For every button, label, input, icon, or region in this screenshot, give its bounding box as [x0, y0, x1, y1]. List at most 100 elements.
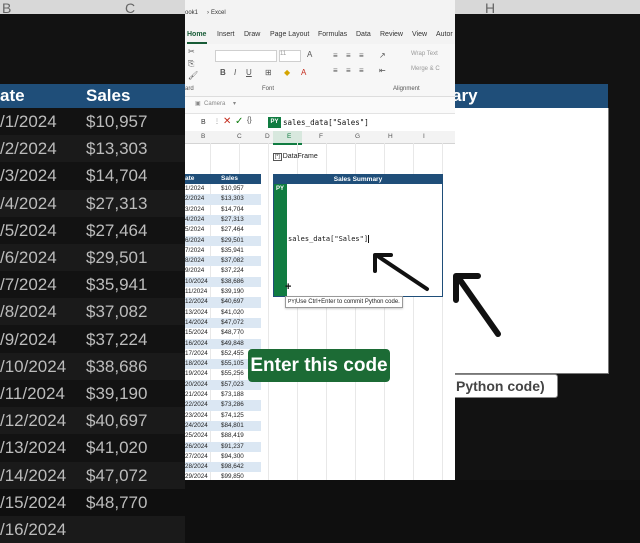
date-cell[interactable]: 18/2024	[185, 359, 208, 369]
date-cell[interactable]: 7/2024	[185, 246, 204, 256]
wrap-text-button[interactable]: Wrap Text	[411, 51, 455, 61]
tab-review[interactable]: Review	[380, 31, 403, 38]
align-left-icon[interactable]: ≡	[333, 66, 338, 75]
sales-cell[interactable]: $57,023	[221, 380, 244, 390]
font-grow-icon[interactable]: A	[307, 50, 312, 59]
align-bottom-icon[interactable]: ≡	[359, 51, 364, 60]
sales-cell[interactable]: $98,642	[221, 462, 244, 472]
borders-icon[interactable]: ⊞	[265, 68, 272, 77]
tab-data[interactable]: Data	[356, 31, 371, 38]
table-row[interactable]: 5/2024 $27,464	[185, 225, 261, 235]
table-row[interactable]: 25/2024 $88,419	[185, 431, 261, 441]
merge-center-button[interactable]: Merge & C	[411, 66, 455, 76]
tab-automate[interactable]: Autor	[436, 31, 453, 38]
cut-icon[interactable]: ✂	[188, 47, 195, 56]
sales-cell[interactable]: $74,125	[221, 411, 244, 421]
dataframe-card[interactable]: [*] DataFrame	[273, 153, 318, 161]
col-header-e[interactable]: E	[287, 133, 291, 140]
align-center-icon[interactable]: ≡	[346, 66, 351, 75]
sales-cell[interactable]: $37,224	[221, 266, 244, 276]
table-row[interactable]: 11/2024 $39,190	[185, 287, 261, 297]
sales-cell[interactable]: $35,941	[221, 246, 244, 256]
align-top-icon[interactable]: ≡	[333, 51, 338, 60]
table-row[interactable]: 6/2024 $29,501	[185, 235, 261, 246]
table-row[interactable]: 14/2024 $47,072	[185, 317, 261, 329]
sales-cell[interactable]: $55,105	[221, 359, 244, 369]
date-cell[interactable]: 20/2024	[185, 380, 208, 390]
name-box[interactable]: B	[201, 117, 225, 128]
table-row[interactable]: 3/2024 $14,704	[185, 205, 261, 215]
date-cell[interactable]: 11/2024	[185, 287, 207, 297]
enter-icon[interactable]: ✓	[235, 116, 243, 127]
sales-cell[interactable]: $91,237	[221, 442, 244, 452]
indent-icon[interactable]: ⇤	[379, 66, 386, 75]
date-cell[interactable]: 5/2024	[185, 225, 204, 235]
camera-label[interactable]: Camera	[204, 101, 225, 107]
sales-cell[interactable]: $27,313	[221, 215, 244, 225]
sales-cell[interactable]: $29,501	[221, 236, 244, 246]
font-color-icon[interactable]: A	[301, 68, 306, 77]
sales-cell[interactable]: $37,082	[221, 256, 244, 266]
sales-cell[interactable]: $73,188	[221, 390, 244, 400]
tab-page-layout[interactable]: Page Layout	[270, 31, 309, 38]
copy-icon[interactable]: ⎘	[188, 59, 194, 69]
format-painter-icon[interactable]: 🖌	[188, 71, 198, 80]
table-row[interactable]: 22/2024 $73,286	[185, 400, 261, 411]
date-cell[interactable]: 14/2024	[185, 318, 208, 328]
table-row[interactable]: 2/2024 $13,303	[185, 194, 261, 205]
date-cell[interactable]: 4/2024	[185, 215, 204, 225]
camera-icon[interactable]: ▣	[195, 100, 201, 107]
table-row[interactable]: 4/2024 $27,313	[185, 214, 261, 226]
function-label[interactable]: {}	[247, 117, 252, 124]
date-cell[interactable]: 25/2024	[185, 431, 208, 441]
table-row[interactable]: 26/2024 $91,237	[185, 441, 261, 452]
sales-cell[interactable]: $94,300	[221, 452, 244, 462]
align-middle-icon[interactable]: ≡	[346, 51, 351, 60]
table-row[interactable]: 7/2024 $35,941	[185, 246, 261, 256]
sales-cell[interactable]: $88,419	[221, 431, 244, 441]
tab-draw[interactable]: Draw	[244, 31, 260, 38]
bold-icon[interactable]: B	[220, 68, 226, 77]
table-row[interactable]: 16/2024 $49,848	[185, 338, 261, 349]
fill-color-icon[interactable]: ◆	[284, 68, 290, 77]
font-name-select[interactable]	[215, 50, 277, 62]
table-row[interactable]: 9/2024 $37,224	[185, 266, 261, 276]
table-row[interactable]: 23/2024 $74,125	[185, 411, 261, 421]
align-right-icon[interactable]: ≡	[359, 66, 364, 75]
table-row[interactable]: 27/2024 $94,300	[185, 452, 261, 462]
sales-cell[interactable]: $13,303	[221, 194, 244, 204]
date-cell[interactable]: 1/2024	[185, 184, 204, 194]
sales-cell[interactable]: $10,957	[221, 184, 244, 194]
orientation-icon[interactable]: ↗	[379, 51, 386, 60]
date-cell[interactable]: 2/2024	[185, 194, 204, 204]
date-cell[interactable]: 24/2024	[185, 421, 208, 431]
date-cell[interactable]: 26/2024	[185, 442, 208, 452]
tab-home[interactable]: Home	[187, 31, 206, 38]
tab-formulas[interactable]: Formulas	[318, 31, 347, 38]
tab-view[interactable]: View	[412, 31, 427, 38]
sales-cell[interactable]: $48,770	[221, 328, 244, 338]
sales-cell[interactable]: $55,256	[221, 369, 244, 379]
worksheet-grid[interactable]: B C D E F G H I [*] DataFrame ate Sales 1…	[185, 131, 455, 480]
date-cell[interactable]: 15/2024	[185, 328, 208, 338]
col-header-h[interactable]: H	[388, 133, 393, 140]
python-cell-editor[interactable]: sales_data["Sales"]	[288, 235, 370, 243]
table-row[interactable]: 15/2024 $48,770	[185, 328, 261, 338]
date-cell[interactable]: 28/2024	[185, 462, 208, 472]
sales-cell[interactable]: $49,848	[221, 339, 244, 349]
date-cell[interactable]: 6/2024	[185, 236, 204, 246]
customize-icon[interactable]: ▾	[233, 100, 236, 107]
formula-input[interactable]: sales_data["Sales"]	[283, 117, 369, 128]
sales-cell[interactable]: $27,464	[221, 225, 244, 235]
cancel-icon[interactable]: ✕	[223, 116, 231, 127]
table-row[interactable]: 10/2024 $38,686	[185, 276, 261, 287]
sales-cell[interactable]: $47,072	[221, 318, 244, 328]
table-row[interactable]: 29/2024 $99,850	[185, 472, 261, 480]
date-cell[interactable]: 19/2024	[185, 369, 208, 379]
sales-cell[interactable]: $40,697	[221, 297, 244, 307]
sales-cell[interactable]: $99,850	[221, 472, 244, 480]
date-cell[interactable]: 23/2024	[185, 411, 208, 421]
date-cell[interactable]: 27/2024	[185, 452, 208, 462]
col-header-g[interactable]: G	[355, 133, 360, 140]
sales-cell[interactable]: $38,686	[221, 277, 244, 287]
